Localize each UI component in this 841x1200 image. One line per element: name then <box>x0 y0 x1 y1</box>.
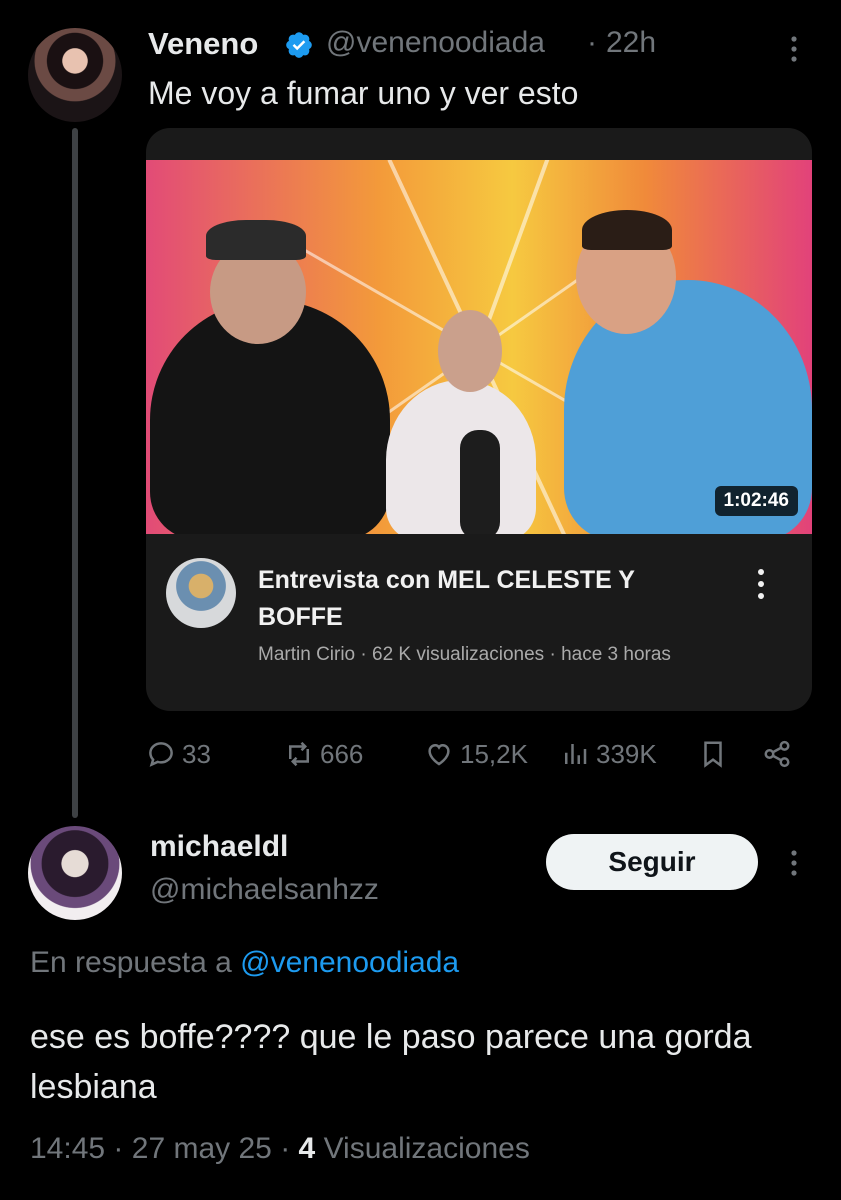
video-title[interactable]: Entrevista con MEL CELESTE Y BOFFE <box>258 562 718 636</box>
separator-dot: · <box>587 26 597 59</box>
repost-count: 666 <box>320 738 364 769</box>
video-more-icon[interactable] <box>751 566 771 602</box>
reply-author-handle[interactable]: @michaelsanhzz <box>150 873 379 907</box>
reply-author-name[interactable]: michaeldl <box>150 830 288 864</box>
repost-icon <box>289 741 309 767</box>
reply-views-label: Visualizaciones <box>323 1132 530 1165</box>
views-count: 339K <box>596 738 657 769</box>
like-button[interactable]: 15,2K <box>424 735 528 773</box>
video-duration: 1:02:46 <box>714 486 798 516</box>
channel-avatar[interactable] <box>166 558 236 628</box>
video-card[interactable]: 1:02:46 Entrevista con MEL CELESTE Y BOF… <box>146 128 812 711</box>
more-options-icon[interactable] <box>782 34 806 64</box>
share-icon <box>764 740 790 768</box>
views-chart-icon <box>565 744 587 764</box>
footer-separator: · <box>113 1132 124 1165</box>
author-name[interactable]: Veneno <box>148 26 258 62</box>
meta-separator: · <box>544 644 562 665</box>
reply-author-avatar[interactable] <box>28 826 122 920</box>
heart-icon <box>428 743 450 766</box>
footer-separator: · <box>280 1132 291 1165</box>
reply-count: 33 <box>182 738 211 769</box>
views-button[interactable]: 339K <box>560 735 657 773</box>
reply-button[interactable]: 33 <box>146 735 211 773</box>
video-meta: Martin Cirio · 62 K visualizaciones · ha… <box>258 644 671 666</box>
thread-line <box>72 128 78 818</box>
bookmark-icon <box>704 741 722 768</box>
tweet-time[interactable]: 22h <box>606 26 656 60</box>
reply-date[interactable]: 27 may 25 <box>132 1132 272 1165</box>
reply-mention-link[interactable]: @venenoodiada <box>240 946 459 979</box>
tweet-text: Me voy a fumar uno y ver esto <box>148 75 579 111</box>
repost-button[interactable]: 666 <box>284 735 363 773</box>
video-views: 62 K visualizaciones <box>372 644 545 665</box>
like-count: 15,2K <box>460 738 528 769</box>
reply-footer: 14:45 · 27 may 25 · 4 Visualizaciones <box>30 1132 530 1166</box>
reply-icon <box>149 742 173 767</box>
more-options-icon[interactable] <box>782 848 806 878</box>
bookmark-button[interactable] <box>698 735 728 773</box>
video-age: hace 3 horas <box>561 644 671 665</box>
reply-time[interactable]: 14:45 <box>30 1132 105 1165</box>
share-button[interactable] <box>762 735 792 773</box>
channel-name[interactable]: Martin Cirio <box>258 644 355 665</box>
reply-context: En respuesta a @venenoodiada <box>30 946 459 980</box>
follow-button[interactable]: Seguir <box>546 834 758 890</box>
author-handle[interactable]: @venenoodiada <box>326 26 545 60</box>
verified-badge-icon <box>286 32 312 58</box>
reply-views-count: 4 <box>298 1132 316 1165</box>
video-thumbnail[interactable]: 1:02:46 <box>146 160 812 534</box>
author-avatar[interactable] <box>28 28 122 122</box>
reply-text: ese es boffe???? que le paso parece una … <box>30 1018 752 1106</box>
reply-prefix: En respuesta a <box>30 946 232 979</box>
meta-separator: · <box>355 644 373 665</box>
